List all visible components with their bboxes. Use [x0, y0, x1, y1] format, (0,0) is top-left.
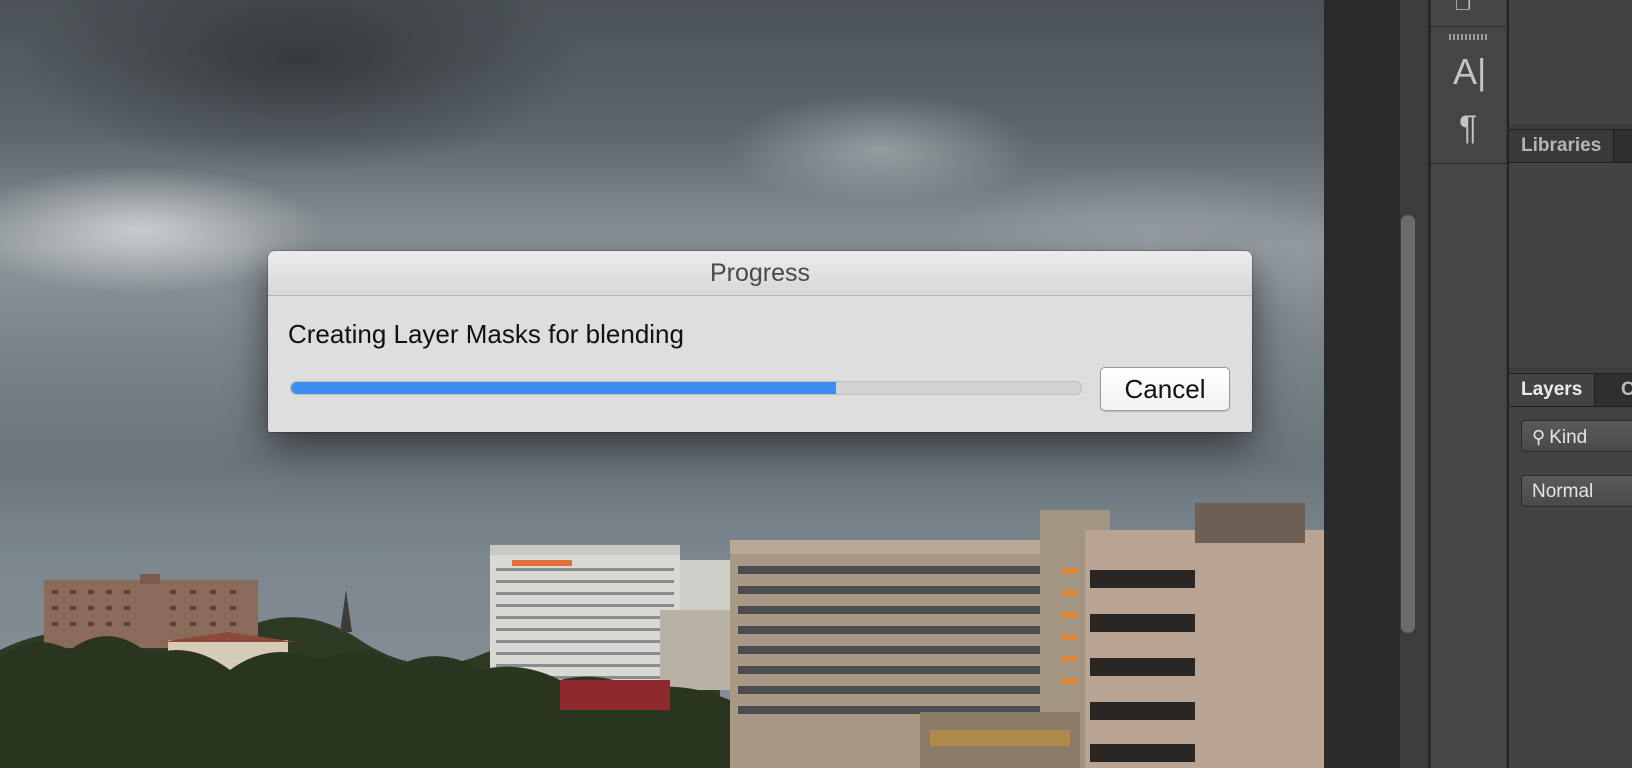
paragraph-icon[interactable]: ¶	[1459, 108, 1489, 148]
progress-message: Creating Layer Masks for blending	[288, 319, 684, 349]
tab-layers[interactable]: Layers	[1509, 374, 1596, 406]
scrollbar-thumb[interactable]	[1401, 215, 1415, 633]
progress-bar-fill	[291, 382, 837, 394]
search-icon: ⚲	[1532, 427, 1546, 447]
arrange-icon[interactable]: ❐	[1455, 0, 1483, 14]
dock-grip-icon[interactable]	[1449, 34, 1489, 40]
top-panel-body	[1509, 0, 1632, 124]
layer-filter-label: Kind	[1549, 427, 1588, 448]
blend-mode-select[interactable]: Normal	[1521, 475, 1632, 507]
panels-area: Libraries Layers C ⚲ Kind Normal	[1507, 0, 1632, 768]
tab-libraries[interactable]: Libraries	[1509, 130, 1615, 162]
layer-filter-kind[interactable]: ⚲ Kind	[1521, 420, 1632, 452]
blend-mode-label: Normal	[1532, 481, 1594, 502]
libraries-panel-header: Libraries	[1509, 129, 1632, 163]
progress-dialog: Progress Creating Layer Masks for blendi…	[268, 251, 1252, 432]
dialog-title: Progress	[268, 251, 1252, 296]
canvas-pasteboard	[1324, 0, 1400, 768]
progress-bar	[290, 381, 1082, 395]
layers-panel-body: ⚲ Kind Normal	[1509, 407, 1632, 768]
libraries-panel-body	[1509, 163, 1632, 368]
dock-divider	[1431, 163, 1506, 164]
character-icon[interactable]: A|	[1453, 52, 1487, 92]
cancel-button[interactable]: Cancel	[1100, 367, 1230, 411]
tab-channels[interactable]: C	[1609, 374, 1632, 406]
panel-icon-dock: ❐ A| ¶	[1430, 0, 1506, 768]
layers-panel-header: Layers C	[1509, 373, 1632, 407]
dock-divider	[1431, 26, 1506, 27]
